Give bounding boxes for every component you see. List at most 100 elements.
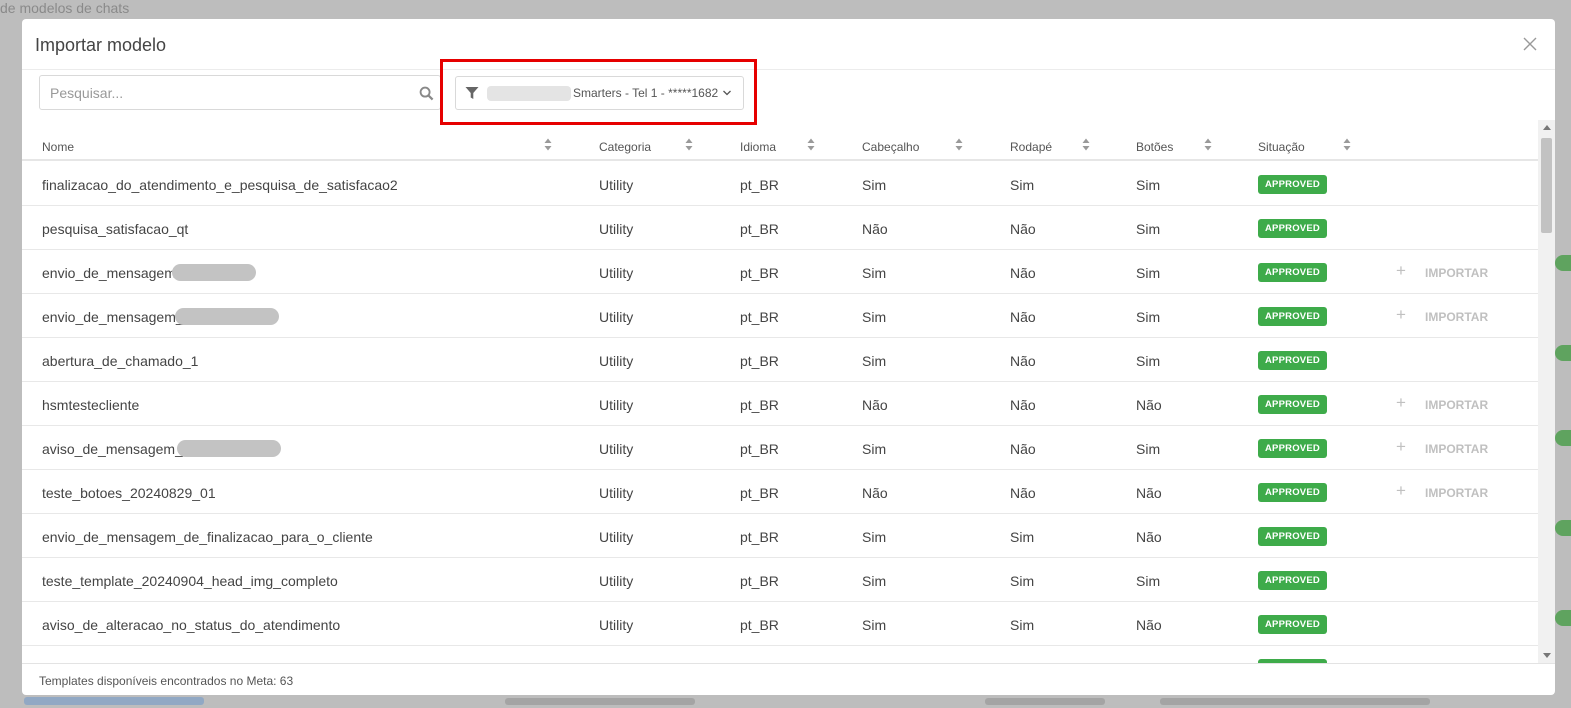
status-badge: APPROVED — [1258, 439, 1327, 458]
table-row[interactable]: aviso_de_mensagem_ Utility pt_BR Sim Não Sim A… — [22, 426, 1538, 470]
cell-name: aviso_de_mensagem_ — [42, 441, 183, 457]
sort-icon[interactable] — [807, 138, 815, 151]
column-header-5[interactable]: Botões — [1136, 140, 1173, 154]
cell-rodape: Não — [1010, 353, 1036, 369]
cell-rodape: Não — [1010, 221, 1036, 237]
import-button[interactable]: IMPORTAR — [1425, 442, 1488, 456]
table-row[interactable]: finalizacao_do_atendimento_e_pesquisa_de… — [22, 162, 1538, 206]
background-status-pill — [1555, 430, 1571, 446]
cell-cabecalho: Não — [862, 221, 888, 237]
cell-idioma: pt_BR — [740, 573, 779, 589]
column-header-1[interactable]: Categoria — [599, 140, 651, 154]
cell-cabecalho: Sim — [862, 573, 887, 589]
column-header-2[interactable]: Idioma — [740, 140, 776, 154]
plus-icon[interactable]: + — [1396, 437, 1406, 457]
cell-idioma: pt_BR — [740, 309, 779, 325]
cell-botoes: Sim — [1136, 177, 1161, 193]
scroll-up-arrow[interactable] — [1543, 125, 1551, 130]
column-header-3[interactable]: Cabeçalho — [862, 140, 919, 154]
cell-idioma: pt_BR — [740, 485, 779, 501]
column-header-0[interactable]: Nome — [42, 140, 74, 154]
search-field[interactable] — [39, 75, 441, 110]
background-page-title: de modelos de chats — [0, 0, 130, 16]
plus-icon[interactable]: + — [1396, 481, 1406, 501]
table-row[interactable]: abertura_de_chamado_1 Utility pt_BR Sim Não S… — [22, 338, 1538, 382]
import-button[interactable]: IMPORTAR — [1425, 310, 1488, 324]
scroll-thumb[interactable] — [1541, 138, 1552, 233]
cell-rodape: Não — [1010, 309, 1036, 325]
redacted-text — [175, 308, 279, 325]
cell-categoria: Utility — [599, 529, 634, 545]
cell-botoes: Não — [1136, 617, 1162, 633]
table-row[interactable]: hsmtestecliente Utility pt_BR Não Não Não APPR… — [22, 382, 1538, 426]
cell-categoria: Utility — [599, 177, 634, 193]
search-input[interactable] — [50, 84, 410, 102]
sort-icon[interactable] — [1204, 138, 1212, 151]
modal-header: Importar modelo — [22, 19, 1555, 70]
plus-icon[interactable]: + — [1396, 305, 1406, 325]
cell-categoria: Utility — [599, 573, 634, 589]
filter-selected-value: Smarters - Tel 1 - *****1682 — [573, 86, 719, 100]
table-row[interactable]: envio_de_mensagem Utility pt_BR Sim Não Sim AP… — [22, 250, 1538, 294]
close-icon — [1523, 37, 1537, 51]
cell-idioma: pt_BR — [740, 441, 779, 457]
import-template-modal: Importar modelo Smarters - Tel 1 - *****… — [22, 19, 1555, 695]
import-button[interactable]: IMPORTAR — [1425, 486, 1488, 500]
cell-rodape: Não — [1010, 441, 1036, 457]
cell-cabecalho: Sim — [862, 617, 887, 633]
cell-cabecalho: Sim — [862, 529, 887, 545]
table-row[interactable]: envio_de_mensagem_de_finalizacao_para_o_… — [22, 514, 1538, 558]
table-row[interactable]: pesquisa_satisfacao_qt Utility pt_BR Não Não… — [22, 206, 1538, 250]
scroll-down-arrow[interactable] — [1543, 653, 1551, 658]
cell-botoes: Não — [1136, 485, 1162, 501]
cell-name: teste_botoes_20240829_01 — [42, 485, 216, 501]
cell-cabecalho: Sim — [862, 177, 887, 193]
import-button[interactable]: IMPORTAR — [1425, 266, 1488, 280]
sort-icon[interactable] — [1343, 138, 1351, 151]
cell-botoes: Sim — [1136, 309, 1161, 325]
close-button[interactable] — [1522, 36, 1538, 52]
cell-name: hsmtestecliente — [42, 397, 140, 413]
cell-idioma: pt_BR — [740, 397, 779, 413]
sort-icon[interactable] — [685, 138, 693, 151]
background-status-pill — [1555, 610, 1571, 626]
column-header-6[interactable]: Situação — [1258, 140, 1305, 154]
import-button[interactable]: IMPORTAR — [1425, 398, 1488, 412]
templates-table: Nome Categoria Idioma Cabeçalho Rodapé Botões… — [22, 120, 1538, 663]
cell-name: teste_template_20240904_head_img_complet… — [42, 573, 338, 589]
table-row[interactable]: envio_de_mensagem_ Utility pt_BR Sim Não Sim A… — [22, 294, 1538, 338]
table-row[interactable]: aviso_de_alteracao_no_status_do_atendime… — [22, 602, 1538, 646]
plus-icon[interactable]: + — [1396, 393, 1406, 413]
status-badge: APPROVED — [1258, 307, 1327, 326]
column-header-4[interactable]: Rodapé — [1010, 140, 1052, 154]
table-row[interactable]: teste_template_20240904_head_img_complet… — [22, 558, 1538, 602]
cell-categoria: Utility — [599, 441, 634, 457]
background-status-pill — [1555, 520, 1571, 536]
status-badge: APPROVED — [1258, 351, 1327, 370]
cell-cabecalho: Sim — [862, 309, 887, 325]
channel-filter-select[interactable]: Smarters - Tel 1 - *****1682 — [455, 76, 744, 110]
cell-idioma: pt_BR — [740, 221, 779, 237]
search-icon[interactable] — [419, 86, 434, 101]
cell-idioma: pt_BR — [740, 353, 779, 369]
sort-icon[interactable] — [1082, 138, 1090, 151]
cell-rodape: Sim — [1010, 573, 1035, 589]
background-link-placeholder — [24, 697, 204, 705]
cell-botoes: Sim — [1136, 441, 1161, 457]
cell-name: pesquisa_satisfacao_qt — [42, 221, 189, 237]
modal-footer: Templates disponíveis encontrados no Met… — [22, 663, 1555, 695]
sort-icon[interactable] — [955, 138, 963, 151]
cell-botoes: Não — [1136, 397, 1162, 413]
cell-idioma: pt_BR — [740, 529, 779, 545]
cell-name: abertura_de_chamado_1 — [42, 353, 199, 369]
status-badge: APPROVED — [1258, 263, 1327, 282]
plus-icon[interactable]: + — [1396, 261, 1406, 281]
table-scrollbar[interactable] — [1538, 120, 1555, 663]
filter-icon — [465, 87, 479, 99]
table-row[interactable]: teste_botoes_20240829_01 Utility pt_BR Não N… — [22, 470, 1538, 514]
table-row[interactable]: APPROVED — [22, 646, 1538, 663]
status-badge: APPROVED — [1258, 395, 1327, 414]
cell-botoes: Não — [1136, 529, 1162, 545]
sort-icon[interactable] — [544, 138, 552, 151]
cell-categoria: Utility — [599, 397, 634, 413]
